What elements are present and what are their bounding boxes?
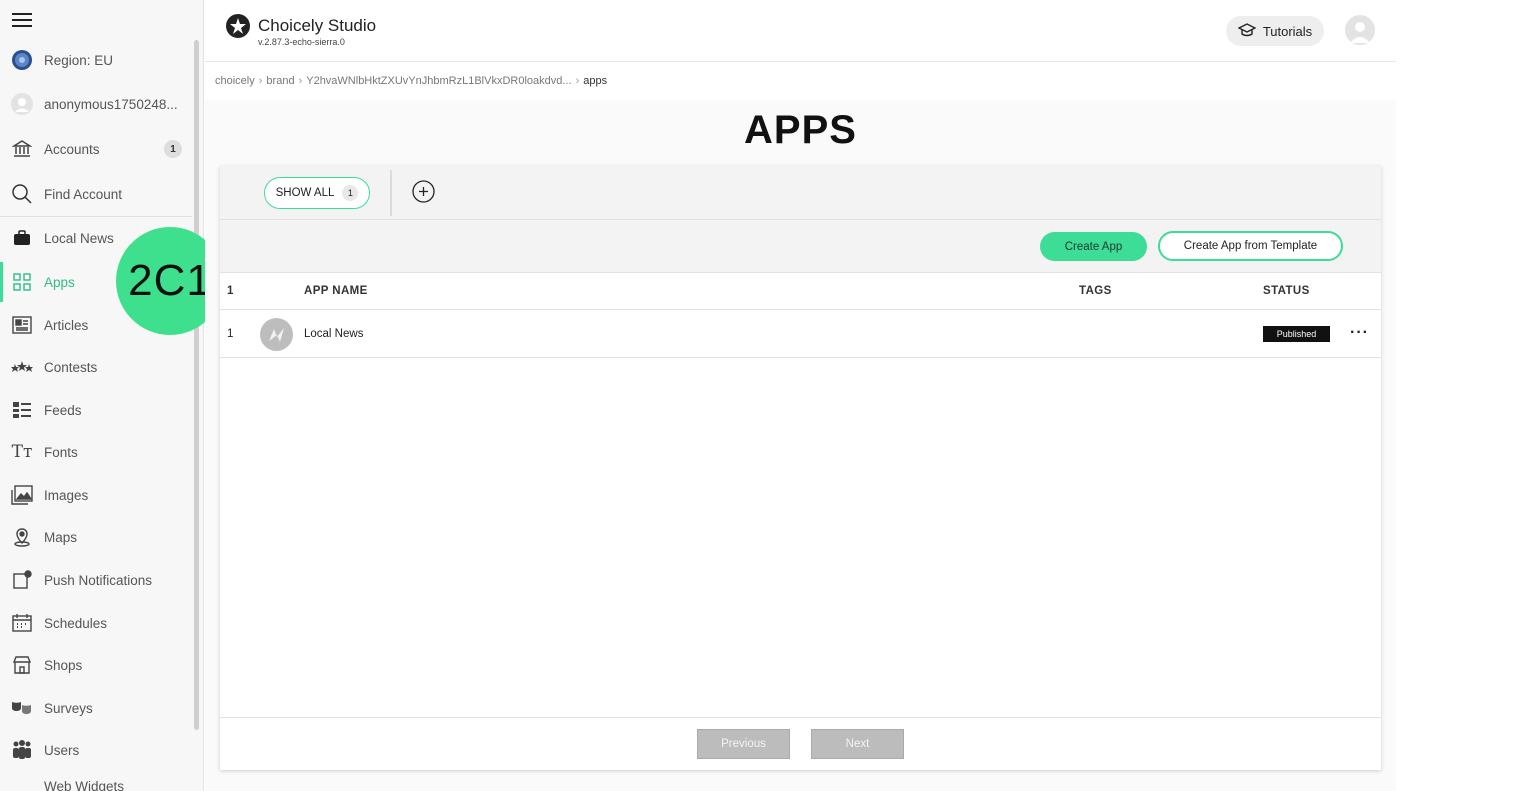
user-label: anonymous1750248... — [44, 96, 178, 112]
sidebar-item-label: Maps — [44, 529, 78, 545]
show-all-filter[interactable]: SHOW ALL 1 — [264, 177, 370, 209]
grid-icon — [10, 270, 34, 294]
page-title: APPS — [744, 108, 857, 152]
sidebar-item-label: Push Notifications — [44, 572, 153, 588]
column-tags[interactable]: TAGS — [1079, 285, 1112, 297]
widget-icon — [10, 779, 34, 791]
pagination-bar: Previous Next — [220, 717, 1381, 770]
sidebar-divider — [0, 216, 192, 217]
calendar-icon — [10, 611, 34, 635]
column-status[interactable]: STATUS — [1263, 285, 1310, 297]
breadcrumb: choicely › brand › Y2hvaWNlbHktZXUvYnJhb… — [215, 75, 607, 87]
notification-icon — [10, 568, 34, 592]
create-app-from-template-button[interactable]: Create App from Template — [1158, 231, 1343, 261]
sidebar-item-push-notifications[interactable]: Push Notifications — [0, 560, 192, 600]
sidebar-item-label: Schedules — [44, 615, 108, 631]
sidebar-item-fonts[interactable]: Tт Fonts — [0, 432, 192, 472]
region-selector[interactable]: Region: EU — [0, 40, 192, 80]
more-options-icon[interactable]: ··· — [1350, 324, 1369, 342]
breadcrumb-item-current: apps — [583, 75, 608, 87]
sidebar-item-label: Images — [44, 487, 89, 503]
globe-icon — [10, 48, 34, 72]
users-icon — [10, 738, 34, 762]
table-header: 1 APP NAME TAGS STATUS — [220, 273, 1381, 310]
avatar[interactable] — [1345, 15, 1375, 45]
briefcase-icon — [10, 226, 34, 250]
row-count: 1 — [227, 285, 234, 297]
filter-bar: SHOW ALL 1 — [220, 166, 1381, 220]
chevron-right-icon: › — [298, 75, 303, 87]
next-button[interactable]: Next — [811, 729, 904, 759]
breadcrumb-item[interactable]: brand — [266, 75, 294, 87]
article-icon — [10, 313, 34, 337]
sidebar-item-schedules[interactable]: Schedules — [0, 603, 192, 643]
app-logo-icon — [260, 318, 293, 351]
chevron-right-icon: › — [575, 75, 580, 87]
bank-icon — [10, 137, 34, 161]
choicely-logo-icon[interactable] — [226, 14, 250, 38]
map-pin-icon — [10, 525, 34, 549]
sidebar-item-label: Web Widgets — [44, 779, 125, 791]
tutorials-label: Tutorials — [1262, 23, 1313, 39]
sidebar-item-label: Users — [44, 742, 80, 758]
show-all-label: SHOW ALL — [275, 187, 335, 199]
show-all-count: 1 — [342, 185, 359, 201]
user-menu[interactable]: anonymous1750248... — [0, 84, 192, 124]
app-name[interactable]: Local News — [304, 328, 363, 340]
sidebar-item-label: Contests — [44, 359, 98, 375]
masks-icon — [10, 696, 34, 720]
sidebar-item-accounts[interactable]: Accounts 1 — [0, 129, 192, 169]
sidebar-item-label: Fonts — [44, 444, 78, 460]
stars-icon — [10, 355, 34, 379]
action-bar: Create App Create App from Template — [220, 220, 1381, 273]
sidebar-item-users[interactable]: Users — [0, 730, 192, 770]
status-badge: Published — [1263, 326, 1330, 342]
sidebar-item-label: Accounts — [44, 141, 100, 157]
menu-icon[interactable] — [12, 10, 32, 28]
column-app-name[interactable]: APP NAME — [304, 285, 368, 297]
sidebar-item-contests[interactable]: Contests — [0, 347, 192, 387]
add-filter-icon[interactable] — [412, 180, 435, 203]
sidebar-item-label: Surveys — [44, 700, 93, 716]
table-row[interactable]: 1 Local News Published ··· — [220, 310, 1381, 358]
breadcrumb-item[interactable]: Y2hvaWNlbHktZXUvYnJhbmRzL1BlVkxDR0loakdv… — [306, 75, 571, 87]
shop-icon — [10, 653, 34, 677]
breadcrumb-item[interactable]: choicely — [215, 75, 255, 87]
previous-button[interactable]: Previous — [697, 729, 790, 759]
create-app-button[interactable]: Create App — [1040, 232, 1147, 261]
sidebar-item-shops[interactable]: Shops — [0, 645, 192, 685]
top-header: Choicely Studio v.2.87.3-echo-sierra.0 T… — [205, 0, 1396, 62]
sidebar-item-label: Find Account — [44, 186, 123, 202]
app-version: v.2.87.3-echo-sierra.0 — [258, 37, 345, 47]
apps-card: SHOW ALL 1 Create App Create App from Te… — [220, 166, 1381, 770]
count-badge: 1 — [164, 140, 182, 158]
app-title: Choicely Studio — [258, 16, 377, 35]
sidebar-item-web-widgets[interactable]: Web Widgets — [0, 773, 192, 791]
sidebar: Region: EU anonymous1750248... Accounts … — [0, 0, 204, 791]
image-icon — [10, 483, 34, 507]
tutorials-button[interactable]: Tutorials — [1226, 16, 1324, 46]
sidebar-item-images[interactable]: Images — [0, 475, 192, 515]
region-label: Region: EU — [44, 52, 114, 68]
filter-divider — [390, 170, 392, 216]
user-avatar-icon — [10, 92, 34, 116]
sidebar-item-maps[interactable]: Maps — [0, 517, 192, 557]
row-index: 1 — [227, 327, 234, 340]
sidebar-item-label: Shops — [44, 657, 83, 673]
sidebar-item-feeds[interactable]: Feeds — [0, 390, 192, 430]
search-icon — [10, 182, 34, 206]
graduation-cap-icon — [1237, 22, 1257, 40]
sidebar-item-surveys[interactable]: Surveys — [0, 688, 192, 728]
chevron-right-icon: › — [258, 75, 263, 87]
sidebar-item-find-account[interactable]: Find Account — [0, 174, 192, 214]
sidebar-item-label: Feeds — [44, 402, 82, 418]
fonts-icon: Tт — [11, 442, 33, 462]
sidebar-scrollbar[interactable] — [194, 40, 199, 730]
feed-icon — [10, 398, 34, 422]
